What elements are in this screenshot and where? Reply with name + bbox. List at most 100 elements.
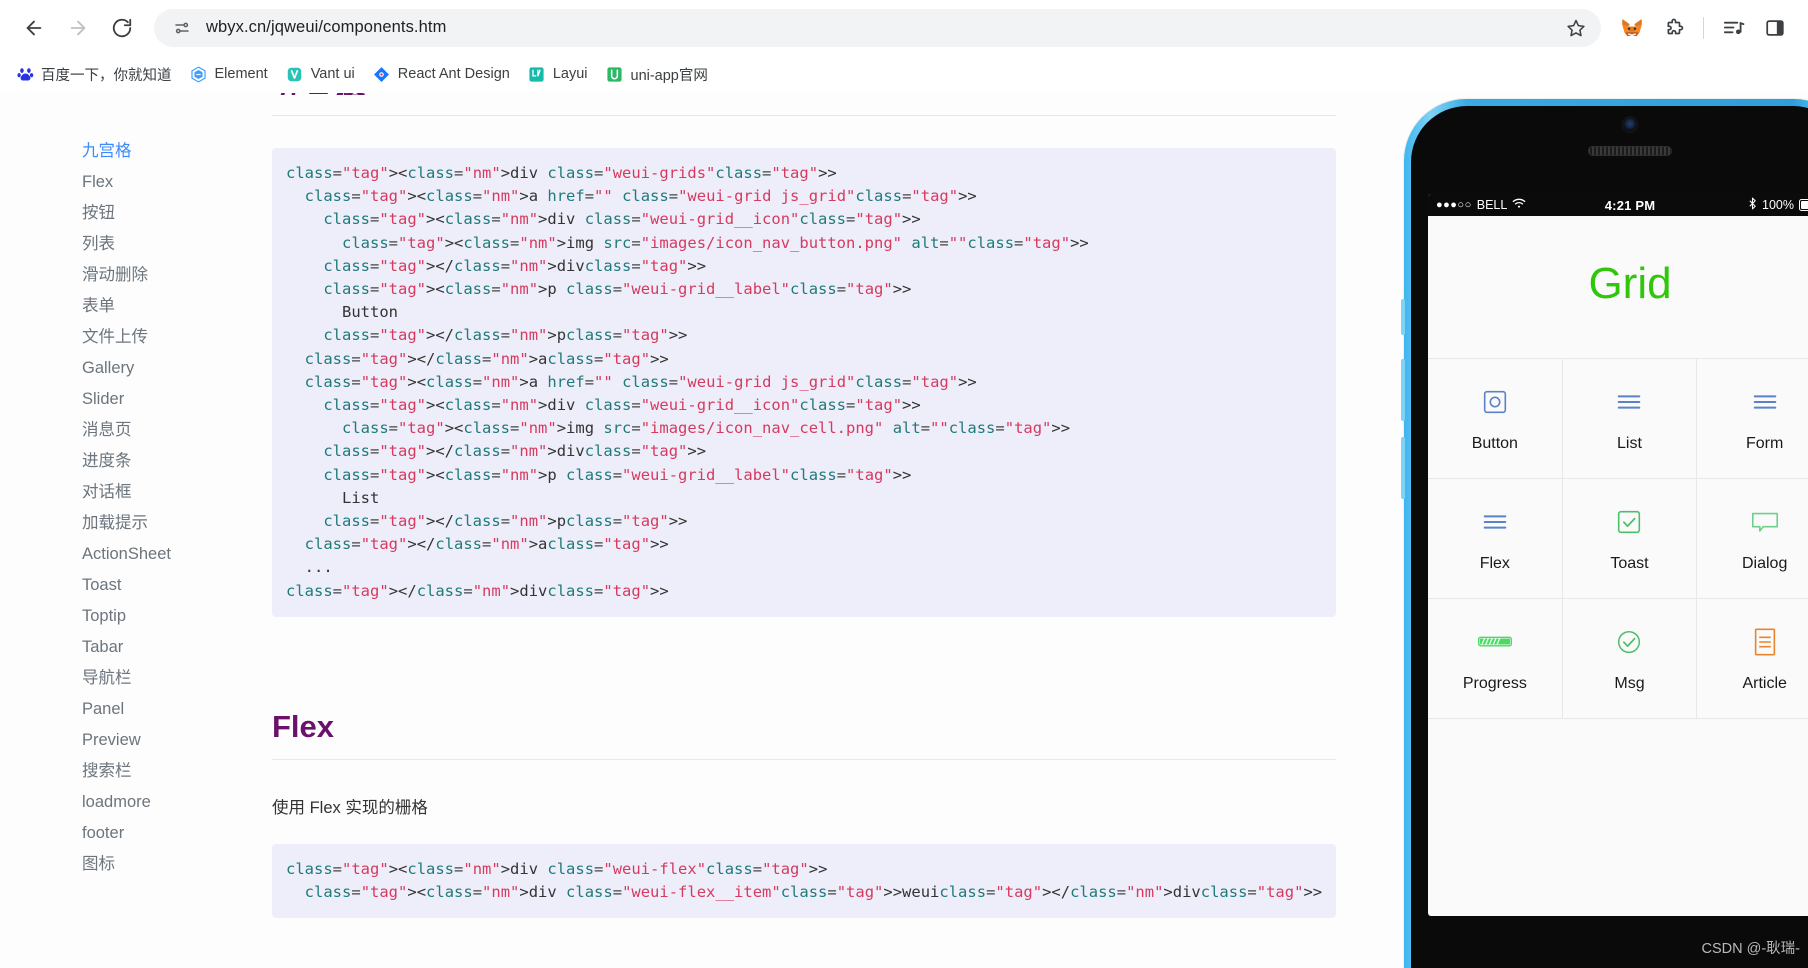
bookmark-label: uni-app官网 xyxy=(630,67,708,84)
toolbar-divider xyxy=(1703,16,1704,39)
grid-cell-toast[interactable]: Toast xyxy=(1562,479,1698,599)
bookmarks-bar: 百度一下，你就知道 Element Vant ui React Ant Desi… xyxy=(0,55,1808,93)
watermark-label: CSDN @-耿瑞- xyxy=(1701,941,1801,957)
sidebar-item-file-upload[interactable]: 文件上传 xyxy=(0,321,232,352)
bookmark-star-icon[interactable] xyxy=(1559,11,1593,45)
code-flex-text: class="tag"><class="nm">div class="weui-… xyxy=(286,859,1323,902)
list-lines-icon xyxy=(1573,385,1687,419)
baidu-icon xyxy=(16,65,34,83)
sidebar-item-tabar[interactable]: Tabar xyxy=(0,631,232,662)
docs-content: 九宫格 class="tag"><class="nm">div class="w… xyxy=(232,93,1376,968)
code-block-grid: class="tag"><class="nm">div class="weui-… xyxy=(272,148,1336,617)
element-icon xyxy=(190,65,208,83)
sidebar-item-searchbar[interactable]: 搜索栏 xyxy=(0,755,232,786)
sidebar-item-toast[interactable]: Toast xyxy=(0,569,232,600)
address-bar[interactable]: wbyx.cn/jqweui/components.htm xyxy=(154,8,1601,47)
bookmark-uniapp[interactable]: uni-app官网 xyxy=(598,60,716,89)
phone-status-bar: ●●●○○ BELL 4:21 PM 100% xyxy=(1428,194,1808,216)
sidebar-item-panel[interactable]: Panel xyxy=(0,693,232,724)
sidebar-item-actionsheet[interactable]: ActionSheet xyxy=(0,538,232,569)
grid-cell-label: Msg xyxy=(1614,675,1645,692)
bookmark-element[interactable]: Element xyxy=(182,61,276,87)
bookmark-vant[interactable]: Vant ui xyxy=(278,61,363,87)
sidebar-item-preview[interactable]: Preview xyxy=(0,724,232,755)
grid-cell-flex[interactable]: Flex xyxy=(1428,479,1563,599)
phone-volume-up xyxy=(1401,359,1405,421)
grid-cell-list[interactable]: List xyxy=(1562,359,1698,479)
site-settings-icon[interactable] xyxy=(170,16,194,40)
sidebar-item-jiugongge[interactable]: 九宫格 xyxy=(0,135,232,166)
sidebar-item-navbar[interactable]: 导航栏 xyxy=(0,662,232,693)
grid-cell-button[interactable]: Button xyxy=(1428,359,1563,479)
bluetooth-icon xyxy=(1748,197,1757,213)
bookmark-baidu[interactable]: 百度一下，你就知道 xyxy=(8,60,180,89)
sidebar-item-button[interactable]: 按钮 xyxy=(0,197,232,228)
uniapp-icon xyxy=(606,65,624,83)
phone-bezel: ●●●○○ BELL 4:21 PM 100% Grid Button List… xyxy=(1411,106,1808,968)
battery-icon xyxy=(1799,199,1808,211)
sidebar-item-loading[interactable]: 加载提示 xyxy=(0,507,232,538)
sidebar-item-flex[interactable]: Flex xyxy=(0,166,232,197)
flex-description: 使用 Flex 实现的栅格 xyxy=(272,798,428,817)
docs-sidebar: 九宫格 Flex 按钮 列表 滑动删除 表单 文件上传 Gallery Slid… xyxy=(0,93,232,968)
article-doc-icon xyxy=(1707,625,1808,659)
sidebar-item-list[interactable]: 列表 xyxy=(0,228,232,259)
code-grid-text: class="tag"><class="nm">div class="weui-… xyxy=(286,164,1089,600)
antd-icon xyxy=(373,65,391,83)
grid-cell-msg[interactable]: Msg xyxy=(1562,599,1698,719)
grid-cell-label: List xyxy=(1617,435,1642,452)
back-button[interactable] xyxy=(14,8,54,48)
grid-cell-article[interactable]: Article xyxy=(1697,599,1808,719)
page-viewport: 九宫格 Flex 按钮 列表 滑动删除 表单 文件上传 Gallery Slid… xyxy=(0,93,1808,968)
grid-cell-label: Progress xyxy=(1462,675,1527,692)
phone-screen: ●●●○○ BELL 4:21 PM 100% Grid Button List… xyxy=(1428,194,1808,916)
metamask-fox-icon[interactable] xyxy=(1613,9,1651,47)
button-square-circle-icon xyxy=(1438,385,1552,419)
bookmark-layui[interactable]: Layui xyxy=(520,61,596,87)
side-panel-icon[interactable] xyxy=(1756,9,1794,47)
status-right: 100% xyxy=(1748,197,1808,213)
sidebar-item-form[interactable]: 表单 xyxy=(0,290,232,321)
sidebar-item-loadmore[interactable]: loadmore xyxy=(0,786,232,817)
grid-cell-progress[interactable]: Progress xyxy=(1428,599,1563,719)
sidebar-item-footer[interactable]: footer xyxy=(0,817,232,848)
bookmark-react-ant-design[interactable]: React Ant Design xyxy=(365,61,518,87)
grid-cell-label: Button xyxy=(1471,435,1518,452)
phone-preview: ●●●○○ BELL 4:21 PM 100% Grid Button List… xyxy=(1376,93,1808,968)
grid-cell-dialog[interactable]: Dialog xyxy=(1697,479,1808,599)
sidebar-item-dialog[interactable]: 对话框 xyxy=(0,476,232,507)
url-text[interactable]: wbyx.cn/jqweui/components.htm xyxy=(206,18,1547,37)
sidebar-item-swipe-delete[interactable]: 滑动删除 xyxy=(0,259,232,290)
progress-bar-icon xyxy=(1438,625,1552,659)
forward-button[interactable] xyxy=(58,8,98,48)
bookmark-label: Element xyxy=(214,66,268,82)
browser-toolbar: wbyx.cn/jqweui/components.htm xyxy=(0,0,1808,55)
code-block-flex: class="tag"><class="nm">div class="weui-… xyxy=(272,843,1336,919)
sidebar-item-toptip[interactable]: Toptip xyxy=(0,600,232,631)
bookmark-label: Layui xyxy=(552,66,588,82)
toast-check-square-icon xyxy=(1573,505,1687,539)
phone-camera-icon xyxy=(1623,118,1637,131)
bookmark-label: Vant ui xyxy=(310,66,355,82)
puzzle-extensions-icon[interactable] xyxy=(1655,9,1693,47)
sidebar-item-icons[interactable]: 图标 xyxy=(0,848,232,879)
grid-cell-label: Flex xyxy=(1479,555,1510,572)
vant-icon xyxy=(286,65,304,83)
dialog-bubble-icon xyxy=(1707,505,1808,539)
reload-button[interactable] xyxy=(102,8,142,48)
phone-speaker-icon xyxy=(1588,146,1672,156)
heading-rule xyxy=(272,115,1336,116)
phone-volume-down xyxy=(1401,437,1405,499)
flex-heading-rule xyxy=(272,758,1336,760)
sidebar-item-progress[interactable]: 进度条 xyxy=(0,445,232,476)
bookmark-label: 百度一下，你就知道 xyxy=(41,67,172,84)
msg-check-circle-icon xyxy=(1573,625,1687,659)
grid-cell-label: Article xyxy=(1742,675,1787,692)
grid-cell-label: Form xyxy=(1746,435,1784,452)
media-playlist-icon[interactable] xyxy=(1714,9,1752,47)
bookmark-label: React Ant Design xyxy=(397,66,510,82)
grid-cell-form[interactable]: Form xyxy=(1697,359,1808,479)
sidebar-item-msg-page[interactable]: 消息页 xyxy=(0,414,232,445)
sidebar-item-slider[interactable]: Slider xyxy=(0,383,232,414)
sidebar-item-gallery[interactable]: Gallery xyxy=(0,352,232,383)
